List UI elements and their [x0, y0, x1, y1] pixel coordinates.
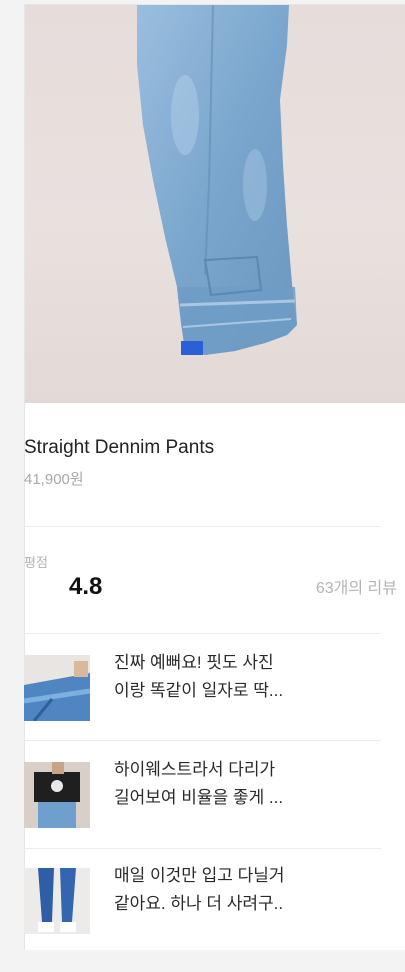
- review-text-line: 매일 이것만 입고 다닐거: [114, 866, 285, 885]
- review-item[interactable]: 진짜 예뻐요! 핏도 사진 이랑 똑같이 일자로 딱...: [24, 653, 381, 759]
- review-thumbnail: [24, 868, 90, 934]
- review-text-line: 하이웨스트라서 다리가: [114, 760, 276, 779]
- review-text: 매일 이것만 입고 다닐거 같아요. 하나 더 사려구..: [114, 862, 374, 918]
- divider: [24, 848, 381, 849]
- review-text: 하이웨스트라서 다리가 길어보여 비율을 좋게 ...: [114, 756, 374, 812]
- review-text-line: 같아요. 하나 더 사려구..: [114, 894, 284, 913]
- review-thumbnail: [24, 762, 90, 828]
- product-price: 41,900원: [24, 471, 84, 488]
- divider: [24, 526, 381, 527]
- product-info: Straight Dennim Pants 41,900원: [24, 436, 369, 489]
- review-text-line: 진짜 예뻐요! 핏도 사진: [114, 653, 274, 672]
- review-item[interactable]: 하이웨스트라서 다리가 길어보여 비율을 좋게 ...: [24, 760, 381, 866]
- rating-value: 4.8: [69, 573, 103, 600]
- review-text-line: 길어보여 비율을 좋게 ...: [114, 788, 284, 807]
- denim-pants-illustration: [137, 5, 297, 355]
- divider: [24, 633, 381, 634]
- review-text: 진짜 예뻐요! 핏도 사진 이랑 똑같이 일자로 딱...: [114, 649, 374, 705]
- review-count-link[interactable]: 63개의 리뷰: [316, 574, 397, 598]
- product-image[interactable]: [25, 5, 405, 403]
- review-thumbnail: [24, 655, 90, 721]
- rating-label: 평점: [24, 555, 48, 570]
- review-text-line: 이랑 똑같이 일자로 딱...: [114, 681, 284, 700]
- product-title[interactable]: Straight Dennim Pants: [24, 436, 369, 460]
- divider: [24, 740, 381, 741]
- review-item[interactable]: 매일 이것만 입고 다닐거 같아요. 하나 더 사려구..: [24, 866, 381, 972]
